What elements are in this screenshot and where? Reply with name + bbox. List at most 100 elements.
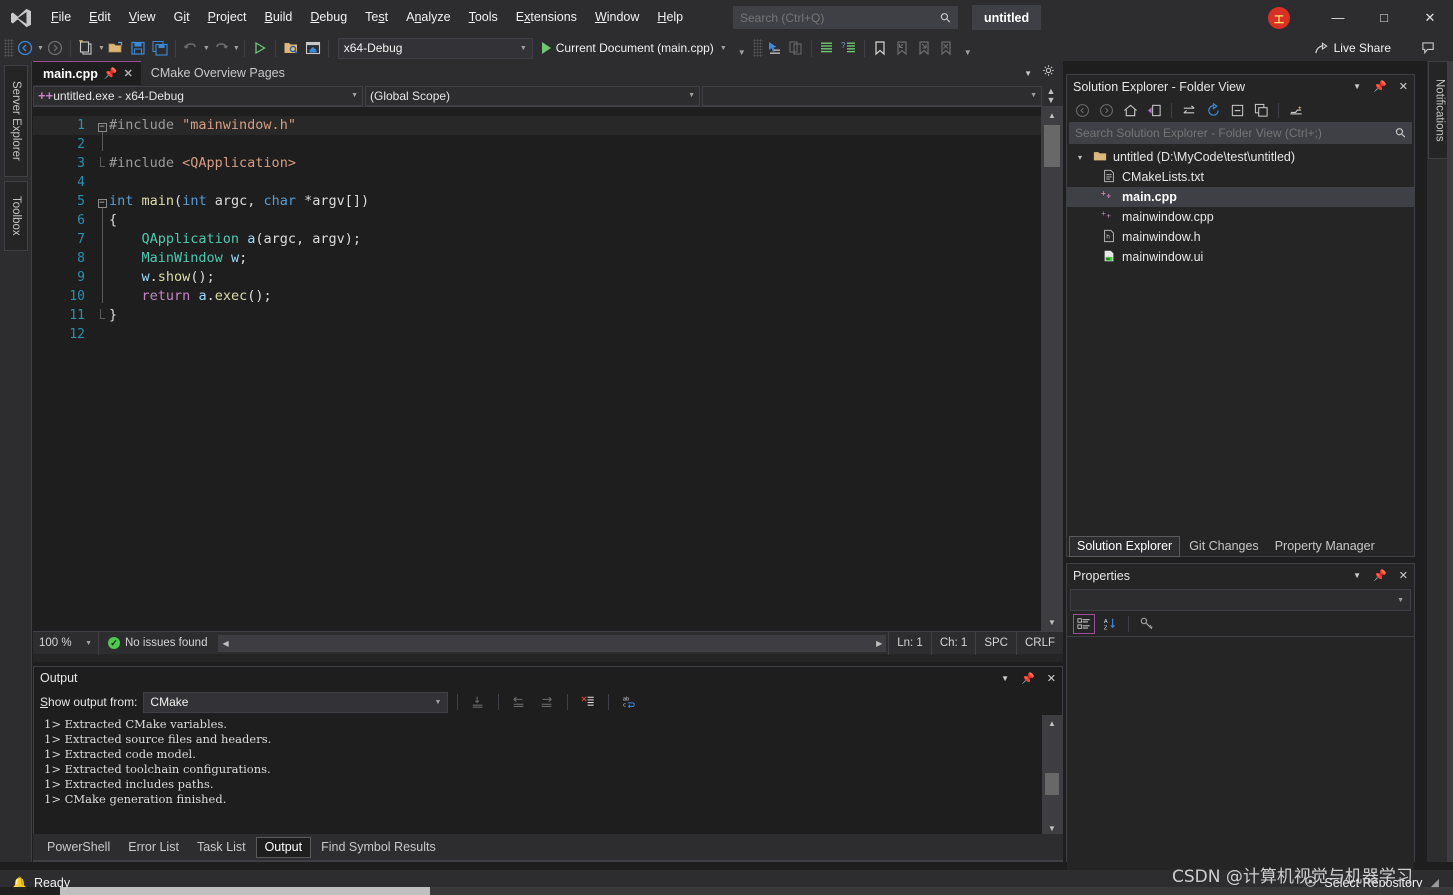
back-arrow-icon[interactable] <box>14 37 36 59</box>
new-item-icon[interactable] <box>75 37 97 59</box>
comment-lines-icon[interactable] <box>816 37 838 59</box>
show-all-files-icon[interactable] <box>1285 100 1307 121</box>
toggle-word-wrap-icon[interactable]: ab c <box>618 692 640 713</box>
run-icon[interactable] <box>249 37 271 59</box>
home-window-icon[interactable] <box>302 37 324 59</box>
indentation-indicator[interactable]: SPC <box>975 631 1016 655</box>
panel-menu-icon[interactable]: ▼ <box>1001 674 1009 683</box>
configuration-dropdown[interactable]: x64-Debug ▼ <box>337 37 533 59</box>
menu-file[interactable]: FFileile <box>42 0 80 35</box>
clear-output-icon[interactable] <box>577 692 599 713</box>
close-icon[interactable]: ✕ <box>124 67 133 80</box>
navbar-splitter-icon[interactable]: ▲ ▼ <box>1044 86 1058 105</box>
code-lines[interactable]: 1− #include "mainwindow.h" 2 3 #include <QAp… <box>33 107 1041 631</box>
close-icon[interactable]: ✕ <box>1399 80 1408 93</box>
forward-icon[interactable] <box>1095 100 1117 121</box>
comment-block-icon[interactable] <box>785 37 807 59</box>
chevron-down-icon[interactable]: ▾ <box>1073 153 1087 162</box>
back-dropdown-icon[interactable]: ▼ <box>37 45 44 52</box>
navbar-member-dropdown[interactable]: ▼ <box>702 85 1042 106</box>
properties-grid[interactable] <box>1067 637 1414 877</box>
output-source-dropdown[interactable]: CMake ▼ <box>143 691 449 713</box>
solution-explorer-search[interactable]: ⚲ <box>1069 122 1412 144</box>
menu-edit[interactable]: Edit <box>80 0 120 35</box>
rail-tab-toolbox[interactable]: Toolbox <box>4 181 28 251</box>
menu-git[interactable]: Git <box>165 0 199 35</box>
maximize-icon[interactable]: □ <box>1361 0 1407 35</box>
global-search-input[interactable] <box>740 10 942 25</box>
scroll-down-icon[interactable]: ▼ <box>1041 614 1063 631</box>
close-icon[interactable]: ✕ <box>1047 672 1056 685</box>
scroll-up-icon[interactable]: ▲ <box>1042 715 1062 732</box>
startup-item-button[interactable]: Current Document (main.cpp) ▼ <box>538 37 731 59</box>
feedback-icon[interactable] <box>1415 37 1441 59</box>
bottom-tab-powershell[interactable]: PowerShell <box>39 837 118 858</box>
bottom-tab-output[interactable]: Output <box>255 836 312 858</box>
menu-test[interactable]: Test <box>356 0 397 35</box>
navbar-project-dropdown[interactable]: ++ untitled.exe - x64-Debug ▼ <box>33 85 363 106</box>
bottom-tab-error-list[interactable]: Error List <box>120 837 187 858</box>
select-element-icon[interactable] <box>763 37 785 59</box>
output-text-area[interactable]: 1> Extracted CMake variables. 1> Extracte… <box>34 715 1062 837</box>
editor-tab-main-cpp[interactable]: main.cpp 📌 ✕ <box>33 61 141 85</box>
sync-icon[interactable] <box>1178 100 1200 121</box>
tree-item-untitled[interactable]: ▾ untitled (D:\MyCode\test\untitled) <box>1067 147 1414 167</box>
navbar-scope-dropdown[interactable]: (Global Scope) ▼ <box>365 85 700 106</box>
code-line[interactable]: 2 <box>33 132 1041 154</box>
close-icon[interactable]: ✕ <box>1399 569 1408 582</box>
code-line[interactable]: 12 <box>33 325 1041 344</box>
tab-solution-explorer[interactable]: Solution Explorer <box>1069 535 1181 557</box>
tree-item-mainwindow-h[interactable]: h mainwindow.h <box>1067 227 1414 247</box>
go-to-previous-icon[interactable] <box>508 692 530 713</box>
live-share-button[interactable]: Live Share <box>1310 37 1395 59</box>
switch-views-icon[interactable] <box>1143 100 1165 121</box>
save-icon[interactable] <box>127 37 149 59</box>
collapse-all-icon[interactable] <box>1226 100 1248 121</box>
menu-extensions[interactable]: Extensions <box>507 0 586 35</box>
line-ending-indicator[interactable]: CRLF <box>1015 631 1063 655</box>
menu-view[interactable]: View <box>120 0 165 35</box>
property-pages-icon[interactable] <box>1136 614 1158 634</box>
menu-analyze[interactable]: Analyze <box>397 0 459 35</box>
pin-icon[interactable]: 📌 <box>1021 672 1035 685</box>
back-icon[interactable] <box>1071 100 1093 121</box>
minimize-icon[interactable]: — <box>1315 0 1361 35</box>
code-line[interactable]: 6{ <box>33 208 1041 230</box>
global-search-box[interactable]: ⚲ <box>733 6 958 29</box>
open-file-icon[interactable] <box>105 37 127 59</box>
previous-bookmark-icon[interactable] <box>891 37 913 59</box>
new-item-dropdown-icon[interactable]: ▼ <box>98 45 105 52</box>
categorized-icon[interactable] <box>1073 613 1095 634</box>
pin-icon[interactable]: 📌 <box>1373 569 1387 582</box>
tree-item-cmakelists-txt[interactable]: CMakeLists.txt <box>1067 167 1414 187</box>
panel-menu-icon[interactable]: ▼ <box>1353 82 1361 91</box>
scroll-left-icon[interactable]: ◀ <box>222 639 228 648</box>
right-edge-scrollbar[interactable] <box>1447 61 1453 862</box>
code-line[interactable]: 3 #include <QApplication> <box>33 154 1041 173</box>
clear-all-icon[interactable] <box>467 692 489 713</box>
toolbar-overflow-icon[interactable]: ▼ <box>957 37 979 59</box>
tree-item-mainwindow-cpp[interactable]: + + mainwindow.cpp <box>1067 207 1414 227</box>
scroll-right-icon[interactable]: ▶ <box>876 639 882 648</box>
code-line[interactable]: 10 return a.exec(); <box>33 284 1041 306</box>
bottom-tab-find-symbol-results[interactable]: Find Symbol Results <box>313 837 444 858</box>
menu-build[interactable]: Build <box>256 0 302 35</box>
code-line[interactable]: 7 QApplication a(argc, argv); <box>33 227 1041 249</box>
code-line[interactable]: 1− #include "mainwindow.h" <box>33 116 1041 135</box>
home-icon[interactable] <box>1119 100 1141 121</box>
menu-debug[interactable]: Debug <box>301 0 356 35</box>
search-folder-icon[interactable] <box>280 37 302 59</box>
tree-item-main-cpp[interactable]: + + main.cpp <box>1067 187 1414 207</box>
redo-dropdown-icon[interactable]: ▼ <box>233 45 240 52</box>
editor-horizontal-scrollbar[interactable]: ◀ ▶ <box>218 634 887 652</box>
pin-icon[interactable]: 📌 <box>1373 80 1387 93</box>
code-line[interactable]: 9 w.show(); <box>33 265 1041 287</box>
refresh-icon[interactable] <box>1202 100 1224 121</box>
tab-property-manager[interactable]: Property Manager <box>1268 536 1382 557</box>
editor-tab-cmake-overview[interactable]: CMake Overview Pages <box>140 61 293 85</box>
code-line[interactable]: 11} <box>33 306 1041 325</box>
avatar[interactable]: 工 <box>1268 7 1290 29</box>
code-line[interactable]: 5− int main(int argc, char *argv[]) <box>33 192 1041 211</box>
alphabetical-icon[interactable]: AZ <box>1099 614 1121 634</box>
properties-object-dropdown[interactable]: ▼ <box>1070 589 1411 611</box>
